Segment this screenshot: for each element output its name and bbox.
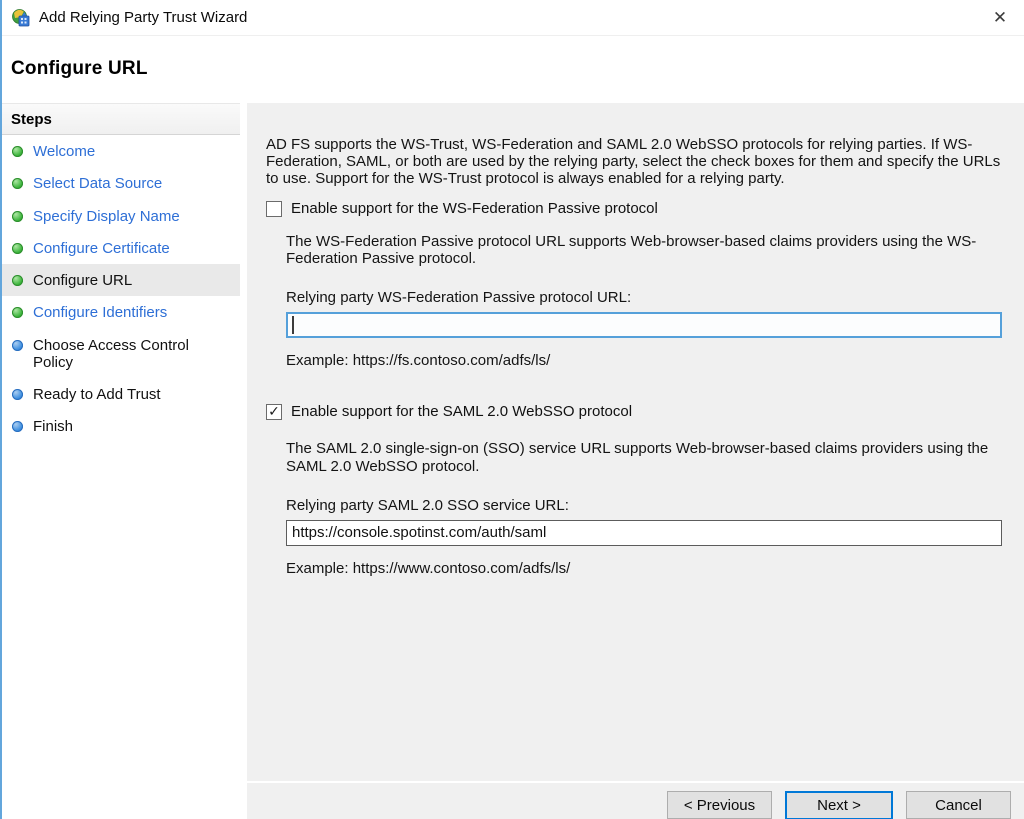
intro-text: AD FS supports the WS-Trust, WS-Federati… xyxy=(266,136,1013,187)
sidebar-item-configure-identifiers[interactable]: Configure Identifiers xyxy=(2,296,240,328)
saml-section: Enable support for the SAML 2.0 WebSSO p… xyxy=(266,403,1013,576)
sidebar-item-ready-to-add-trust[interactable]: Ready to Add Trust xyxy=(2,378,240,410)
wsfed-url-label: Relying party WS-Federation Passive prot… xyxy=(286,289,1013,306)
saml-description: The SAML 2.0 single-sign-on (SSO) servic… xyxy=(286,440,1013,474)
wsfed-description: The WS-Federation Passive protocol URL s… xyxy=(286,233,1013,267)
wsfed-url-input[interactable] xyxy=(286,312,1002,338)
sidebar-item-label: Ready to Add Trust xyxy=(33,386,161,403)
step-done-bullet-icon xyxy=(12,178,23,189)
sidebar-item-configure-url[interactable]: Configure URL xyxy=(2,264,240,296)
sidebar-item-label: Configure Certificate xyxy=(33,240,170,257)
sidebar-item-label: Finish xyxy=(33,418,73,435)
steps-sidebar: Steps Welcome Select Data Source Specify D… xyxy=(2,103,240,819)
saml-checkbox[interactable] xyxy=(266,404,282,420)
saml-url-input[interactable] xyxy=(286,520,1002,546)
saml-checkbox-row[interactable]: Enable support for the SAML 2.0 WebSSO p… xyxy=(266,403,1013,420)
sidebar-item-choose-access-control-policy[interactable]: Choose Access Control Policy xyxy=(2,329,240,379)
wsfed-checkbox[interactable] xyxy=(266,201,282,217)
step-done-bullet-icon xyxy=(12,211,23,222)
wizard-window: Add Relying Party Trust Wizard ✕ Configu… xyxy=(0,0,1024,819)
step-pending-bullet-icon xyxy=(12,389,23,400)
text-caret xyxy=(292,316,294,334)
sidebar-item-label: Configure URL xyxy=(33,272,132,289)
wsfed-checkbox-label: Enable support for the WS-Federation Pas… xyxy=(291,200,658,217)
step-done-bullet-icon xyxy=(12,146,23,157)
adfs-trust-icon xyxy=(12,9,30,27)
window-title: Add Relying Party Trust Wizard xyxy=(39,9,247,26)
sidebar-item-label: Choose Access Control Policy xyxy=(33,337,223,372)
saml-url-label: Relying party SAML 2.0 SSO service URL: xyxy=(286,497,1013,514)
wizard-content-panel: AD FS supports the WS-Trust, WS-Federati… xyxy=(247,103,1024,819)
saml-url-input-wrap xyxy=(286,520,1002,546)
sidebar-item-label: Configure Identifiers xyxy=(33,304,167,321)
sidebar-item-label: Select Data Source xyxy=(33,175,162,192)
step-done-bullet-icon xyxy=(12,307,23,318)
sidebar-item-label: Specify Display Name xyxy=(33,208,180,225)
wizard-footer: < Previous Next > Cancel xyxy=(247,781,1024,819)
wsfed-checkbox-row[interactable]: Enable support for the WS-Federation Pas… xyxy=(266,200,1013,217)
step-done-bullet-icon xyxy=(12,275,23,286)
steps-header: Steps xyxy=(2,103,240,135)
sidebar-item-select-data-source[interactable]: Select Data Source xyxy=(2,167,240,199)
saml-sub-block: The SAML 2.0 single-sign-on (SSO) servic… xyxy=(286,440,1013,576)
step-pending-bullet-icon xyxy=(12,421,23,432)
sidebar-item-label: Welcome xyxy=(33,143,95,160)
previous-button[interactable]: < Previous xyxy=(667,791,772,819)
step-done-bullet-icon xyxy=(12,243,23,254)
sidebar-item-configure-certificate[interactable]: Configure Certificate xyxy=(2,232,240,264)
page-title: Configure URL xyxy=(11,58,1024,80)
next-button[interactable]: Next > xyxy=(785,791,893,819)
saml-checkbox-label: Enable support for the SAML 2.0 WebSSO p… xyxy=(291,403,632,420)
sidebar-item-welcome[interactable]: Welcome xyxy=(2,135,240,167)
wsfed-url-input-wrap xyxy=(286,312,1002,338)
saml-example-text: Example: https://www.contoso.com/adfs/ls… xyxy=(286,560,1013,577)
close-icon[interactable]: ✕ xyxy=(986,5,1014,31)
cancel-button[interactable]: Cancel xyxy=(906,791,1011,819)
wsfed-sub-block: The WS-Federation Passive protocol URL s… xyxy=(286,233,1013,369)
steps-list: Welcome Select Data Source Specify Display… xyxy=(2,135,240,443)
sidebar-item-specify-display-name[interactable]: Specify Display Name xyxy=(2,200,240,232)
sidebar-item-finish[interactable]: Finish xyxy=(2,410,240,442)
heading-band: Configure URL xyxy=(2,36,1024,103)
wsfed-example-text: Example: https://fs.contoso.com/adfs/ls/ xyxy=(286,352,1013,369)
step-pending-bullet-icon xyxy=(12,340,23,351)
title-bar: Add Relying Party Trust Wizard ✕ xyxy=(2,0,1024,36)
